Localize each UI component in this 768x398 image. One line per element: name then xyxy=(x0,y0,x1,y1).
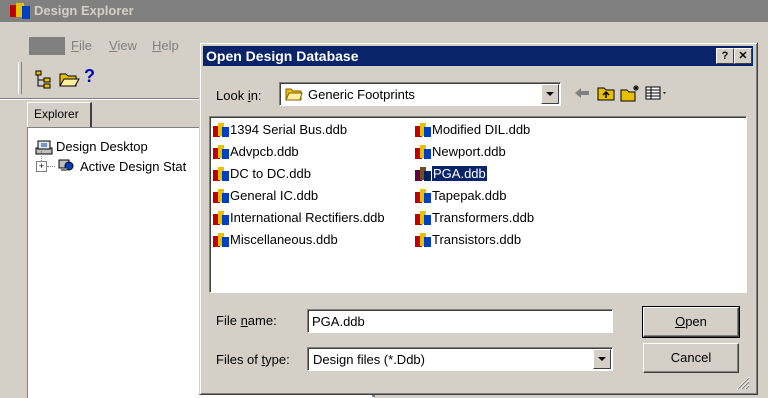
design-explorer-titlebar[interactable]: Design Explorer xyxy=(0,0,768,22)
menu-view[interactable]: View xyxy=(109,38,137,53)
view-menu-icon[interactable] xyxy=(644,84,670,102)
look-in-dropdown-arrow-icon[interactable] xyxy=(541,84,559,104)
look-in-value: Generic Footprints xyxy=(308,87,415,102)
design-database-icon xyxy=(213,145,229,159)
file-name-text: DC to DC.ddb xyxy=(230,166,311,181)
look-in-label-pre: Look xyxy=(216,88,248,103)
design-database-icon xyxy=(415,211,431,225)
files-of-type-value: Design files (*.Ddb) xyxy=(313,352,425,367)
tree-connector xyxy=(47,166,55,167)
look-in-label: Look in: xyxy=(216,88,262,103)
file-name-text: International Rectifiers.ddb xyxy=(230,210,385,225)
tree-expand-plus-icon[interactable]: + xyxy=(36,161,47,172)
look-in-label-post: n: xyxy=(250,88,262,103)
file-name-text: Modified DIL.ddb xyxy=(432,122,531,137)
design-database-icon xyxy=(213,189,229,203)
file-name-text: 1394 Serial Bus.ddb xyxy=(230,122,348,137)
design-database-icon xyxy=(213,123,229,137)
file-name-label-post: ame: xyxy=(247,313,277,328)
design-database-icon xyxy=(213,167,229,181)
menu-view-label: iew xyxy=(117,38,137,53)
system-menu-block[interactable] xyxy=(29,37,65,55)
open-button-accel: O xyxy=(675,314,686,329)
file-name-input-value: PGA.ddb xyxy=(312,314,365,329)
design-database-icon xyxy=(415,189,431,203)
tab-explorer-label: Explorer xyxy=(34,107,79,121)
menu-file[interactable]: File xyxy=(71,38,92,53)
menu-file-label: ile xyxy=(78,38,92,53)
design-explorer-app-icon xyxy=(10,3,30,19)
design-database-icon xyxy=(415,167,431,181)
open-button-label: pen xyxy=(685,314,707,329)
menu-file-accel: F xyxy=(71,38,79,53)
tree-item-design-desktop[interactable]: Design Desktop xyxy=(56,139,148,154)
design-database-icon xyxy=(415,233,431,247)
look-in-dropdown[interactable]: Generic Footprints xyxy=(279,82,561,106)
files-of-type-label-post: ype: xyxy=(265,352,290,367)
tree-item-active-design-stations[interactable]: Active Design Stat xyxy=(80,159,186,174)
tree-connector xyxy=(41,151,42,161)
folder-icon xyxy=(285,88,303,101)
file-name-label-accel: n xyxy=(240,313,248,328)
design-database-icon xyxy=(415,145,431,159)
file-name-text: General IC.ddb xyxy=(230,188,319,203)
file-name-label: File name: xyxy=(216,313,277,328)
cancel-button[interactable]: Cancel xyxy=(643,343,739,373)
design-explorer-title: Design Explorer xyxy=(34,3,134,18)
up-one-level-icon[interactable] xyxy=(596,84,616,102)
files-of-type-label: Files of type: xyxy=(216,352,290,367)
dialog-titlebar[interactable]: Open Design Database ? ✕ xyxy=(203,46,753,66)
back-arrow-icon[interactable] xyxy=(572,84,592,102)
menu-help-accel: H xyxy=(152,38,162,53)
explorer-tree-icon[interactable] xyxy=(34,68,56,90)
file-name-text: Tapepak.ddb xyxy=(432,188,507,203)
open-button[interactable]: Open xyxy=(642,306,740,338)
dialog-title: Open Design Database xyxy=(206,48,359,64)
open-design-database-dialog: Open Design Database ? ✕ Look in: Generi… xyxy=(199,42,758,395)
file-name-label-pre: File xyxy=(216,313,241,328)
toolbar-grip[interactable] xyxy=(18,62,22,94)
menu-help-label: elp xyxy=(161,38,179,53)
design-database-icon xyxy=(213,233,229,247)
active-design-stations-icon xyxy=(58,159,74,171)
create-new-folder-icon[interactable] xyxy=(620,84,640,102)
help-button[interactable]: ? xyxy=(716,48,734,64)
file-name-text: Transformers.ddb xyxy=(432,210,535,225)
open-folder-icon[interactable] xyxy=(58,68,80,90)
file-list[interactable]: 1394 Serial Bus.ddb Advpcb.ddb DC to DC.… xyxy=(209,116,747,293)
files-of-type-dropdown[interactable]: Design files (*.Ddb) xyxy=(307,347,613,371)
file-name-text: Miscellaneous.ddb xyxy=(230,232,338,247)
file-name-text: Advpcb.ddb xyxy=(230,144,299,159)
file-name-input[interactable]: PGA.ddb xyxy=(307,309,613,333)
close-button[interactable]: ✕ xyxy=(734,48,752,64)
resize-grip-icon[interactable] xyxy=(736,376,750,390)
files-of-type-label-pre: Files of xyxy=(216,352,262,367)
design-desktop-icon xyxy=(35,140,53,155)
design-database-icon xyxy=(415,123,431,137)
file-name-text: Newport.ddb xyxy=(432,144,506,159)
file-name-text: Transistors.ddb xyxy=(432,232,522,247)
design-database-icon xyxy=(213,211,229,225)
file-name-text: PGA.ddb xyxy=(431,165,488,182)
toolbar-separator xyxy=(0,98,200,100)
files-of-type-dropdown-arrow-icon[interactable] xyxy=(593,349,611,369)
tab-explorer[interactable]: Explorer xyxy=(27,102,92,127)
help-question-icon[interactable]: ? xyxy=(84,66,95,87)
menu-help[interactable]: Help xyxy=(152,38,179,53)
